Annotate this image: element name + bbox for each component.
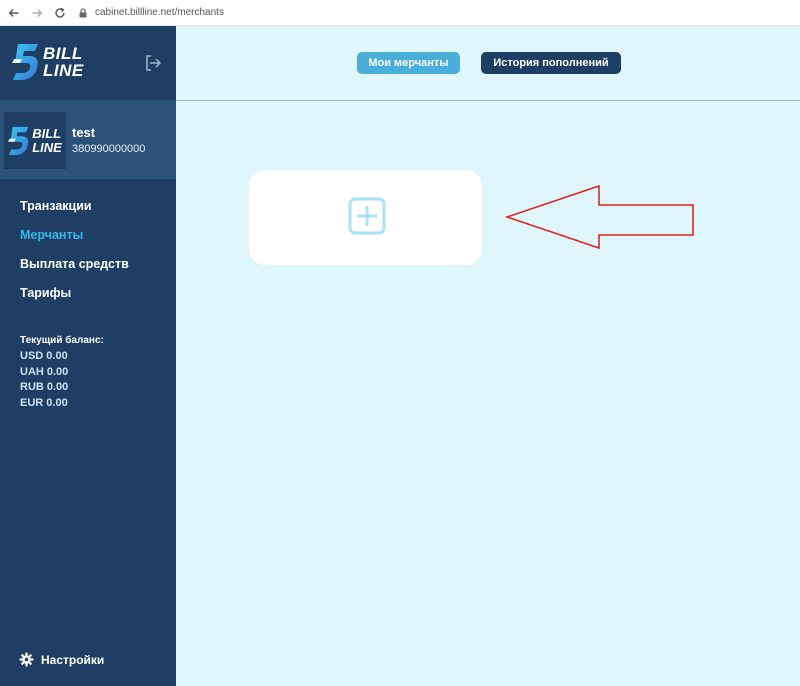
- settings-label: Настройки: [41, 652, 105, 667]
- top-navigation: Мои мерчанты История пополнений: [176, 26, 800, 101]
- avatar: BILL LINE: [4, 112, 66, 169]
- add-merchant-card[interactable]: [249, 170, 482, 265]
- gear-icon: [19, 652, 34, 667]
- url-field[interactable]: cabinet.billline.net/merchants: [77, 7, 224, 19]
- profile-phone: 380990000000: [72, 143, 146, 155]
- balance-rub: RUB 0.00: [20, 381, 69, 393]
- balance-usd: USD 0.00: [20, 350, 68, 362]
- logout-icon[interactable]: [143, 53, 163, 73]
- reload-button[interactable]: [51, 4, 69, 22]
- main-content: Мои мерчанты История пополнений: [176, 26, 800, 686]
- sidebar-item-tariffs[interactable]: Тарифы: [20, 285, 129, 314]
- url-text: cabinet.billline.net/merchants: [95, 7, 224, 18]
- lock-icon: [79, 7, 87, 17]
- avatar-logo-line-2: LINE: [32, 139, 62, 155]
- back-button[interactable]: [5, 4, 23, 22]
- tab-my-merchants[interactable]: Мои мерчанты: [357, 52, 460, 74]
- plus-square-icon: [348, 197, 386, 235]
- sidebar-item-payouts[interactable]: Выплата средств: [20, 256, 129, 285]
- browser-address-bar: cabinet.billline.net/merchants: [0, 0, 800, 26]
- sidebar: BILL LINE BILL LINE test 380990000000 Тр…: [0, 26, 176, 686]
- tab-topup-history[interactable]: История пополнений: [481, 52, 621, 74]
- logo-line-1: BILL: [43, 44, 83, 63]
- logo-area: BILL LINE: [0, 26, 176, 100]
- settings-link[interactable]: Настройки: [19, 652, 104, 667]
- sidebar-menu: Транзакции Мерчанты Выплата средств Тари…: [20, 198, 129, 314]
- billline-logo-mark-icon: [12, 44, 38, 80]
- avatar-logo-text: BILL LINE: [32, 125, 62, 155]
- reload-icon: [55, 7, 65, 18]
- avatar-logo-line-1: BILL: [32, 125, 62, 141]
- balance-panel: Текущий баланс: USD 0.00 UAH 0.00 RUB 0.…: [20, 335, 104, 411]
- arrow-right-icon: [32, 8, 43, 17]
- profile-name: test: [72, 125, 96, 140]
- sidebar-item-transactions[interactable]: Транзакции: [20, 198, 129, 227]
- balance-uah: UAH 0.00: [20, 365, 69, 378]
- avatar-logo-mark-icon: [8, 126, 29, 155]
- arrow-left-icon: [8, 8, 19, 17]
- balance-eur: EUR 0.00: [20, 396, 68, 409]
- billline-logo[interactable]: BILL LINE: [12, 42, 84, 82]
- forward-button[interactable]: [28, 4, 46, 22]
- sidebar-item-merchants[interactable]: Мерчанты: [20, 227, 129, 256]
- logo-line-2: LINE: [43, 61, 84, 80]
- user-profile: BILL LINE test 380990000000: [0, 100, 176, 179]
- balance-title: Текущий баланс:: [20, 335, 104, 346]
- logo-text: BILL LINE: [43, 45, 84, 79]
